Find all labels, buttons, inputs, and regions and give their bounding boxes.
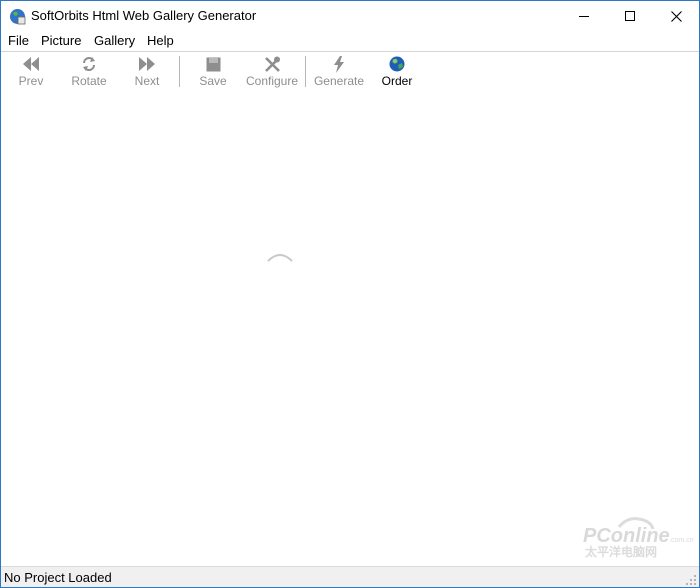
rotate-button[interactable]: Rotate [67, 52, 111, 91]
toolbar-separator [305, 56, 306, 87]
watermark-domain: .com.cn [669, 537, 694, 544]
status-bar: No Project Loaded [1, 566, 699, 587]
menu-file[interactable]: File [8, 33, 29, 48]
generate-button[interactable]: Generate [312, 52, 366, 91]
prev-button[interactable]: Prev [13, 52, 49, 91]
title-bar[interactable]: SoftOrbits Html Web Gallery Generator [1, 1, 699, 31]
rotate-label: Rotate [71, 74, 107, 88]
save-disk-icon [206, 57, 220, 71]
prev-label: Prev [18, 74, 44, 88]
save-button[interactable]: Save [195, 52, 231, 91]
menu-picture[interactable]: Picture [41, 33, 81, 48]
watermark-subtext: 太平洋电脑网 [585, 544, 657, 559]
loading-spinner-icon [267, 254, 293, 262]
configure-label: Configure [245, 74, 299, 88]
rotate-icon [83, 57, 95, 71]
save-label: Save [199, 74, 227, 88]
maximize-button[interactable] [607, 1, 653, 31]
order-button[interactable]: Order [379, 52, 415, 91]
close-icon [670, 10, 682, 22]
watermark-text: PConline [583, 525, 670, 547]
app-window: SoftOrbits Html Web Gallery Generator Fi… [0, 0, 700, 588]
resize-grip-icon[interactable] [685, 574, 697, 586]
window-title: SoftOrbits Html Web Gallery Generator [31, 8, 257, 23]
globe-app-icon [10, 9, 26, 25]
toolbar-separator [179, 56, 180, 87]
close-button[interactable] [653, 1, 699, 31]
next-button[interactable]: Next [129, 52, 165, 91]
pconline-watermark: PConline .com.cn 太平洋电脑网 [583, 517, 694, 559]
menu-bar: File Picture Gallery Help [1, 31, 699, 51]
menu-help[interactable]: Help [147, 33, 174, 48]
minimize-button[interactable] [561, 1, 607, 31]
menu-gallery[interactable]: Gallery [94, 33, 135, 48]
generate-lightning-icon [334, 55, 344, 73]
maximize-icon [625, 11, 635, 21]
configure-button[interactable]: Configure [245, 52, 299, 91]
next-arrow-icon [139, 57, 155, 71]
status-text: No Project Loaded [4, 570, 112, 585]
configure-tools-icon [264, 56, 280, 72]
generate-label: Generate [313, 74, 365, 88]
prev-arrow-icon [23, 57, 39, 71]
toolbar: Prev Rotate Next Save Configure Generate… [1, 51, 699, 92]
minimize-icon [579, 16, 589, 17]
order-label: Order [381, 74, 413, 88]
gallery-workspace[interactable]: PConline .com.cn 太平洋电脑网 [1, 91, 699, 565]
next-label: Next [134, 74, 160, 88]
order-globe-icon [389, 56, 405, 72]
